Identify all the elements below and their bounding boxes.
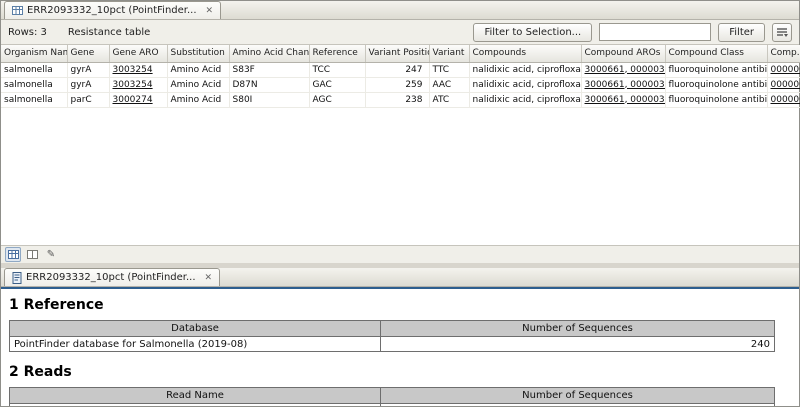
table-cell[interactable]: parC <box>67 92 109 107</box>
filter-options-icon[interactable] <box>772 23 792 42</box>
table-cell[interactable]: Amino Acid <box>167 92 229 107</box>
compound-class-aro-link[interactable]: 0000001 <box>767 92 800 107</box>
table-cell[interactable]: GAC <box>309 77 365 92</box>
table-row[interactable]: salmonella gyrA 3003254 Amino Acid S83F … <box>1 62 800 77</box>
notes-view-button[interactable]: ✎ <box>43 247 59 262</box>
table-cell[interactable]: TTC <box>429 62 469 77</box>
column-header[interactable]: Compounds <box>469 45 581 62</box>
table-cell[interactable]: D87N <box>229 77 309 92</box>
table-cell[interactable]: gyrA <box>67 62 109 77</box>
table-empty-area <box>1 108 799 246</box>
column-header[interactable]: Gene ARO <box>109 45 167 62</box>
column-header[interactable]: Variant Position <box>365 45 429 62</box>
bottom-tab-strip: ERR2093332_10pct (PointFinder... ✕ <box>1 268 799 287</box>
report-icon <box>12 272 22 284</box>
reads-table: Read Name Number of Sequences ERR2093332… <box>9 387 775 406</box>
table-view-icon <box>8 249 19 260</box>
filter-input[interactable] <box>599 23 711 41</box>
table-cell[interactable]: S83F <box>229 62 309 77</box>
split-view-icon <box>27 249 38 260</box>
table-row: ERR2093332_10pct 197,028 <box>10 404 775 406</box>
compound-aro-link[interactable]: 3000661, 0000036 <box>581 62 665 77</box>
gene-aro-link[interactable]: 3000274 <box>109 92 167 107</box>
split-view-button[interactable] <box>24 247 40 262</box>
tab-resistance-table[interactable]: ERR2093332_10pct (PointFinder... ✕ <box>4 1 221 19</box>
column-header[interactable]: Compound AROs <box>581 45 665 62</box>
tab-close-icon[interactable]: ✕ <box>205 273 213 283</box>
table-row[interactable]: salmonella gyrA 3003254 Amino Acid D87N … <box>1 77 800 92</box>
table-cell[interactable]: 247 <box>365 62 429 77</box>
gene-aro-link[interactable]: 3003254 <box>109 62 167 77</box>
tab-close-icon[interactable]: ✕ <box>206 6 214 16</box>
compound-aro-link[interactable]: 3000661, 0000036 <box>581 77 665 92</box>
column-header: Database <box>10 321 381 337</box>
view-mode-bar: ✎ <box>1 245 799 263</box>
table-toolbar: Rows: 3 Resistance table Filter to Selec… <box>1 20 799 45</box>
table-cell[interactable]: salmonella <box>1 92 67 107</box>
table-cell[interactable]: nalidixic acid, ciprofloxacin <box>469 92 581 107</box>
section-heading-reads: 2 Reads <box>9 364 775 380</box>
table-cell[interactable]: ATC <box>429 92 469 107</box>
table-cell[interactable]: Amino Acid <box>167 62 229 77</box>
table-view-button[interactable] <box>5 247 21 262</box>
resistance-table: Organism Name Gene Gene ARO Substitution… <box>1 45 799 108</box>
table-cell[interactable]: salmonella <box>1 62 67 77</box>
table-icon <box>12 5 23 16</box>
table-cell[interactable]: 238 <box>365 92 429 107</box>
column-header[interactable]: Comp... <box>767 45 800 62</box>
column-header[interactable]: Amino Acid Change <box>229 45 309 62</box>
table-cell[interactable]: S80I <box>229 92 309 107</box>
table-cell[interactable]: nalidixic acid, ciprofloxacin <box>469 62 581 77</box>
compound-class-aro-link[interactable]: 0000001 <box>767 77 800 92</box>
table-cell[interactable]: gyrA <box>67 77 109 92</box>
gene-aro-link[interactable]: 3003254 <box>109 77 167 92</box>
table-cell[interactable]: AGC <box>309 92 365 107</box>
table-cell[interactable]: TCC <box>309 62 365 77</box>
filter-button[interactable]: Filter <box>718 23 765 42</box>
report-view: ERR2093332_10pct (PointFinder... ✕ 1 Ref… <box>1 268 799 406</box>
column-header[interactable]: Reference <box>309 45 365 62</box>
tab-report[interactable]: ERR2093332_10pct (PointFinder... ✕ <box>4 268 220 286</box>
compound-aro-link[interactable]: 3000661, 0000036 <box>581 92 665 107</box>
column-header[interactable]: Variant <box>429 45 469 62</box>
column-header: Number of Sequences <box>381 321 775 337</box>
table-cell: ERR2093332_10pct <box>10 404 381 406</box>
top-tab-strip: ERR2093332_10pct (PointFinder... ✕ <box>1 1 799 20</box>
table-cell: 240 <box>381 337 775 352</box>
column-header[interactable]: Gene <box>67 45 109 62</box>
table-row: PointFinder database for Salmonella (201… <box>10 337 775 352</box>
table-cell[interactable]: Amino Acid <box>167 77 229 92</box>
column-header[interactable]: Compound Class <box>665 45 767 62</box>
table-cell: PointFinder database for Salmonella (201… <box>10 337 381 352</box>
compound-class-aro-link[interactable]: 0000001 <box>767 62 800 77</box>
table-cell: 197,028 <box>381 404 775 406</box>
tab-label: ERR2093332_10pct (PointFinder... <box>26 272 196 283</box>
column-header: Number of Sequences <box>381 388 775 404</box>
table-cell[interactable]: AAC <box>429 77 469 92</box>
column-header: Read Name <box>10 388 381 404</box>
application-window: ERR2093332_10pct (PointFinder... ✕ Rows:… <box>0 0 800 407</box>
reference-table: Database Number of Sequences PointFinder… <box>9 320 775 352</box>
table-row[interactable]: salmonella parC 3000274 Amino Acid S80I … <box>1 92 800 107</box>
table-cell[interactable]: nalidixic acid, ciprofloxacin <box>469 77 581 92</box>
table-cell[interactable]: salmonella <box>1 77 67 92</box>
column-header[interactable]: Substitution <box>167 45 229 62</box>
column-header[interactable]: Organism Name <box>1 45 67 62</box>
filter-to-selection-button[interactable]: Filter to Selection... <box>473 23 592 42</box>
table-cell[interactable]: 259 <box>365 77 429 92</box>
table-cell[interactable]: fluoroquinolone antibiotic <box>665 92 767 107</box>
rows-count-label: Rows: 3 <box>8 27 47 38</box>
section-heading-reference: 1 Reference <box>9 297 775 313</box>
report-content: 1 Reference Database Number of Sequences… <box>1 289 799 406</box>
tab-label: ERR2093332_10pct (PointFinder... <box>27 5 197 16</box>
table-cell[interactable]: fluoroquinolone antibiotic <box>665 77 767 92</box>
table-header-row: Organism Name Gene Gene ARO Substitution… <box>1 45 800 62</box>
table-title: Resistance table <box>68 27 150 38</box>
table-cell[interactable]: fluoroquinolone antibiotic <box>665 62 767 77</box>
